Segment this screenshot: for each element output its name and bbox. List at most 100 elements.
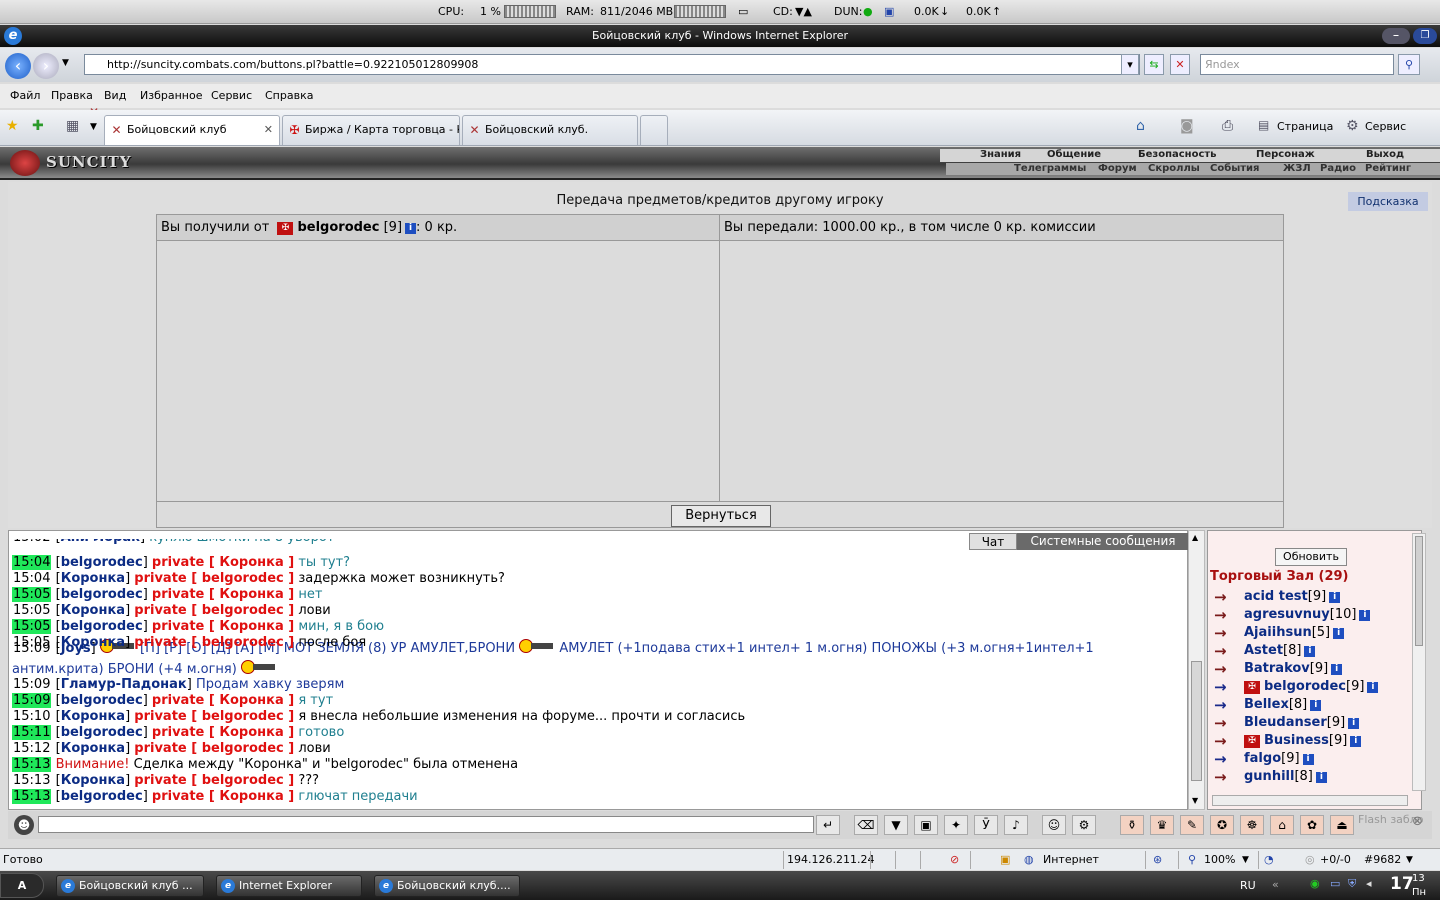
refresh-button[interactable]: Обновить [1275, 548, 1347, 566]
chat-nick[interactable]: Коронка [61, 571, 125, 586]
user-nick[interactable]: gunhill [1244, 769, 1294, 784]
user-nick[interactable]: falgo [1244, 751, 1281, 766]
close-icon[interactable]: ⊗ [1412, 814, 1423, 829]
user-entry[interactable]: Batrakov[9] i [1244, 661, 1343, 676]
favorites-star-icon[interactable]: ★ [6, 118, 19, 134]
status-dropdown-icon[interactable]: ▼ [1406, 855, 1413, 865]
menu-favorites[interactable]: Избранное [140, 89, 202, 102]
scroll-thumb[interactable] [1415, 536, 1423, 646]
nav-knowledge[interactable]: Знания [980, 149, 1021, 160]
user-entry[interactable]: Astet[8] i [1244, 643, 1316, 658]
clear-icon[interactable]: ⌫ [854, 815, 878, 835]
user-entry[interactable]: ✠ belgorodec[9] i [1244, 679, 1379, 694]
scroll-up-icon[interactable]: ▲ [1192, 533, 1198, 542]
chat-input[interactable] [38, 816, 814, 833]
address-dropdown-icon[interactable]: ▾ [1121, 54, 1139, 75]
chat-nick[interactable]: Коронка [61, 635, 125, 650]
clan-icon[interactable]: ♛ [1150, 815, 1174, 835]
fight-icon[interactable]: ✦ [944, 815, 968, 835]
tray-volume-icon[interactable]: ◂ [1366, 877, 1372, 890]
user-nick[interactable]: belgorodec [1264, 679, 1346, 694]
private-tag[interactable]: private [ belgorodec ] [134, 773, 294, 788]
gear-icon[interactable]: ⚙ [1346, 118, 1359, 134]
info-icon[interactable]: i [1350, 736, 1362, 747]
cd-eject-icon[interactable]: ▼▲ [795, 5, 812, 18]
back-button-game[interactable]: Вернуться [671, 505, 771, 527]
scroll-down-icon[interactable]: ▼ [1192, 796, 1198, 805]
user-nick[interactable]: Business [1264, 733, 1329, 748]
home-icon[interactable]: ⌂ [1136, 118, 1145, 134]
user-nick[interactable]: acid test [1244, 589, 1308, 604]
received-nick[interactable]: belgorodec [297, 220, 379, 235]
nav-communication[interactable]: Общение [1047, 149, 1101, 160]
page-menu[interactable]: Страница [1277, 120, 1333, 133]
tab-system-messages[interactable]: Системные сообщения [1017, 533, 1189, 550]
private-tag[interactable]: private [ Коронка ] [152, 789, 294, 804]
protected-mode-icon[interactable]: ⊛ [1153, 853, 1162, 866]
menu-help[interactable]: Справка [265, 89, 313, 102]
taskbar-task[interactable]: e Бойцовский клуб ... [56, 875, 204, 897]
refresh-icon[interactable]: ⇆ [1144, 54, 1164, 75]
search-icon[interactable]: ⚲ [1398, 54, 1420, 75]
blocked-popup-icon[interactable]: ⊘ [950, 853, 959, 866]
user-entry[interactable]: acid test[9] i [1244, 589, 1341, 604]
info-icon[interactable]: i [405, 223, 417, 234]
forward-button[interactable]: › [33, 53, 59, 79]
private-tag[interactable]: private [ belgorodec ] [134, 709, 294, 724]
nav-character[interactable]: Персонаж [1256, 149, 1315, 160]
chat-nick[interactable]: Коронка [61, 603, 125, 618]
private-tag[interactable]: private [ belgorodec ] [134, 603, 294, 618]
nav-scrolls[interactable]: Скроллы [1148, 163, 1200, 174]
info-icon[interactable]: i [1331, 664, 1343, 675]
start-button[interactable]: A [0, 873, 44, 898]
minimize-icon[interactable]: ⎯ [1382, 28, 1410, 44]
tab-fight-club[interactable]: ✕ Бойцовский клуб ✕ [104, 115, 280, 145]
private-tag[interactable]: private [ belgorodec ] [134, 635, 294, 650]
addon-icon[interactable]: ◔ [1264, 853, 1274, 866]
user-nick[interactable]: Astet [1244, 643, 1283, 658]
back-button[interactable]: ‹ [5, 53, 31, 79]
translit-icon[interactable]: Ӯ [974, 815, 998, 835]
inventory-icon[interactable]: ⚱ [1120, 815, 1144, 835]
info-icon[interactable]: i [1310, 700, 1322, 711]
nav-rating[interactable]: Рейтинг [1365, 163, 1411, 174]
info-icon[interactable]: i [1329, 592, 1341, 603]
nav-security[interactable]: Безопасность [1138, 149, 1217, 160]
info-icon[interactable]: i [1359, 610, 1371, 621]
zoom-dropdown-icon[interactable]: ▼ [1242, 855, 1249, 865]
user-nick[interactable]: Ajaiihsun [1244, 625, 1312, 640]
save-icon[interactable]: ▣ [914, 815, 938, 835]
send-icon[interactable]: ↵ [816, 815, 840, 835]
scroll-thumb[interactable] [1191, 661, 1202, 781]
exit-icon[interactable]: ⏏ [1330, 815, 1354, 835]
info-icon[interactable]: i [1367, 682, 1379, 693]
map-icon[interactable]: ⌂ [1270, 815, 1294, 835]
info-icon[interactable]: i [1302, 754, 1314, 765]
clock-hour[interactable]: 17 [1390, 874, 1414, 894]
new-tab-button[interactable] [640, 115, 668, 145]
smiley-icon[interactable]: ☺ [1042, 815, 1066, 835]
user-nick[interactable]: agresuvnuy [1244, 607, 1330, 622]
user-nick[interactable]: Bleudanser [1244, 715, 1327, 730]
menu-view[interactable]: Вид [104, 89, 126, 102]
add-favorite-icon[interactable]: ✚ [32, 118, 44, 134]
chat-nick[interactable]: belgorodec [61, 725, 143, 740]
user-entry[interactable]: Bleudanser[9] i [1244, 715, 1360, 730]
zoom-level[interactable]: 100% [1204, 853, 1235, 866]
user-nick[interactable]: Batrakov [1244, 661, 1310, 676]
stop-icon[interactable]: ✕ [1170, 54, 1190, 75]
page-icon[interactable]: ▤ [1258, 118, 1269, 132]
chat-nick[interactable]: belgorodec [61, 693, 143, 708]
chat-nick[interactable]: Коронка [61, 773, 125, 788]
language-indicator[interactable]: RU [1240, 879, 1256, 892]
tab-exchange[interactable]: ✠ Биржа / Карта торговца - К... [282, 115, 460, 145]
user-entry[interactable]: Bellex[8] i [1244, 697, 1322, 712]
scroll-icon[interactable]: ✎ [1180, 815, 1204, 835]
history-dropdown-icon[interactable]: ▼ [62, 58, 69, 68]
tray-eye-icon[interactable]: ◉ [1310, 877, 1320, 890]
filter-icon[interactable]: ▼ [884, 815, 908, 835]
menu-tools[interactable]: Сервис [211, 89, 252, 102]
chat-nick[interactable]: Коронка [61, 741, 125, 756]
sound-icon[interactable]: ♪ [1004, 815, 1028, 835]
tray-expand-icon[interactable]: « [1272, 878, 1279, 891]
